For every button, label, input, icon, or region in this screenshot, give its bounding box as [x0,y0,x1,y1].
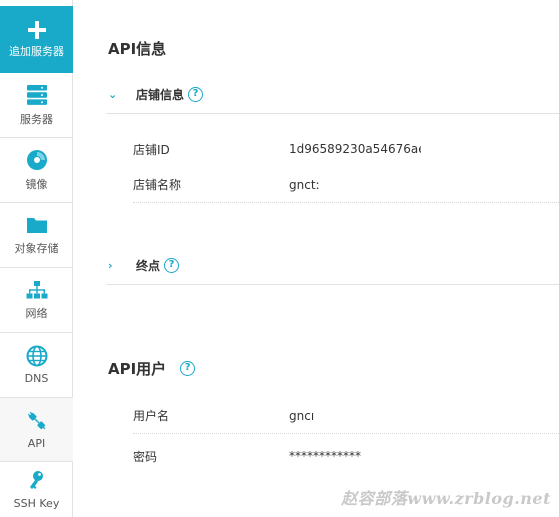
plus-icon [27,21,46,39]
username-label: 用户名 [133,409,170,423]
sidebar-item-label: SSH Key [13,496,60,510]
store-name-row: 店铺名称 gnct: [133,167,559,203]
watermark: 赵容部落www.zrblog.net [341,489,551,508]
password-row: 密码 ************ [133,438,559,474]
api-info-title: API信息 [108,40,167,58]
main-content: API信息 ⌄ 店铺信息 ? 店铺ID 1d96589230a54676ae58… [73,0,559,517]
sidebar: 追加服务器 服务器 镜像 对象存储 网络 DNS API SSH Key [0,0,73,517]
add-server-button[interactable]: 追加服务器 [0,6,73,73]
disc-icon [26,149,47,170]
chevron-down-icon: ⌄ [108,88,118,101]
sidebar-item-ssh-key[interactable]: SSH Key [0,462,73,517]
sidebar-item-label: 服务器 [20,112,53,126]
sidebar-item-object-storage[interactable]: 对象存储 [0,203,73,268]
sidebar-item-images[interactable]: 镜像 [0,138,73,203]
sidebar-item-label: 网络 [25,306,48,320]
sidebar-item-servers[interactable]: 服务器 [0,73,73,138]
sidebar-item-api[interactable]: API [0,398,73,462]
endpoint-section-header[interactable]: › 终点 ? [106,247,559,285]
sidebar-item-network[interactable]: 网络 [0,268,73,333]
store-id-value: 1d96589230a54676ae58 [289,142,421,156]
api-user-title: API用户 [108,360,167,378]
help-icon[interactable]: ? [188,87,204,102]
sidebar-item-label: 对象存储 [14,241,59,255]
store-id-row: 店铺ID 1d96589230a54676ae58 [133,131,559,167]
password-value: ************ [289,449,361,463]
username-value: gncı [289,408,315,423]
endpoint-title: 终点 [136,259,161,273]
username-row: 用户名 gncı [133,398,559,434]
chevron-right-icon: › [108,259,113,272]
store-info-section-header[interactable]: ⌄ 店铺信息 ? [106,76,559,114]
api-plug-icon [27,411,45,429]
sidebar-item-label: API [27,436,46,450]
network-icon [26,280,47,298]
globe-icon [26,345,47,367]
sidebar-item-dns[interactable]: DNS [0,333,73,398]
server-icon [26,84,47,105]
help-icon[interactable]: ? [180,361,196,376]
password-label: 密码 [133,449,158,464]
key-icon [29,470,43,489]
store-name-value: gnct: [289,177,320,192]
store-info-title: 店铺信息 [136,88,185,102]
folder-icon [26,217,47,233]
api-user-header: API用户 ? [108,358,196,379]
help-icon[interactable]: ? [164,258,180,273]
store-id-label: 店铺ID [133,142,170,157]
sidebar-item-label: DNS [24,372,49,385]
sidebar-item-label: 镜像 [25,177,48,191]
add-server-label: 追加服务器 [9,45,64,58]
store-name-label: 店铺名称 [133,178,182,192]
